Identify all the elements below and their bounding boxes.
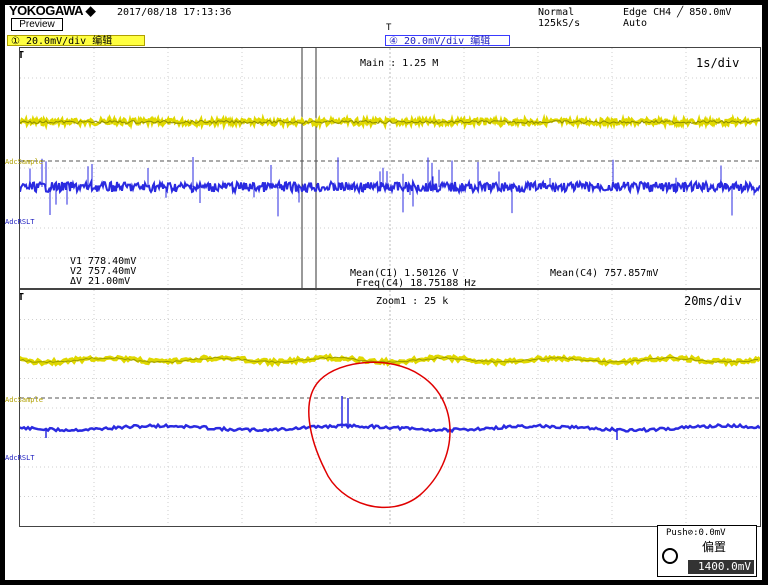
- main-adcrslt-label: AdcRSLT: [5, 218, 35, 226]
- brand-logo: YOKOGAWA ◆: [9, 5, 96, 18]
- knob-value: 1400.0mV: [688, 560, 754, 574]
- ch4-zoom-spikes: [45, 396, 618, 440]
- ch4-scale-box[interactable]: ④ 20.0mV/div 编辑: [385, 35, 510, 47]
- main-adcsample-label: AdcSample: [5, 158, 43, 166]
- oscilloscope-screen: YOKOGAWA ◆ 2017/08/18 17:13:36 Preview T…: [5, 5, 762, 580]
- zoom-adcsample-label: AdcSample: [5, 396, 43, 404]
- zoom-grid: [20, 290, 760, 526]
- rotary-knob-icon[interactable]: [662, 548, 678, 564]
- zoom-waveform-panel[interactable]: T Zoom1 : 25 k 20ms/div: [19, 289, 761, 527]
- trigger-position-mark: T: [386, 23, 392, 33]
- sample-rate: 125kS/s: [538, 18, 581, 29]
- main-trigger-marker: T: [20, 50, 24, 61]
- record-length: Main : 1.25 M: [360, 58, 439, 69]
- knob-push-label: Push⊘:0.0mV: [666, 528, 726, 538]
- zoom-waveform-graph: [20, 290, 760, 526]
- acquisition-mode[interactable]: Normal: [538, 7, 574, 18]
- trigger-mode[interactable]: Auto: [623, 18, 647, 29]
- zoom-factor: Zoom1 : 25 k: [376, 296, 449, 307]
- measure-mean-c4: Mean(C4) 757.857mV: [550, 268, 659, 279]
- knob-function-label: 偏置: [702, 540, 727, 554]
- datetime: 2017/08/18 17:13:36: [117, 7, 232, 18]
- measure-freq-c4: Freq(C4) 18.75188 Hz: [356, 278, 477, 289]
- zoom-timebase: 20ms/div: [684, 294, 742, 308]
- main-grid: [20, 48, 760, 288]
- trigger-type[interactable]: Edge CH4 ╱ 850.0mV: [623, 7, 731, 18]
- ch4-trace: [20, 178, 760, 196]
- zoom-trigger-marker: T: [20, 292, 24, 303]
- main-waveform-panel[interactable]: T Main : 1.25 M 1s/div V1 778.40mV V2 75…: [19, 47, 761, 289]
- main-waveform-graph: [20, 48, 760, 288]
- red-highlight-circle: [308, 361, 451, 509]
- ch1-scale-box[interactable]: ① 20.0mV/div 编辑: [7, 35, 145, 47]
- zoom-adcrslt-label: AdcRSLT: [5, 454, 35, 462]
- offset-knob-box[interactable]: Push⊘:0.0mV 偏置 1400.0mV: [657, 525, 757, 577]
- cursor-delta-v: ΔV 21.00mV: [70, 276, 131, 287]
- main-timebase: 1s/div: [696, 56, 740, 70]
- preview-button[interactable]: Preview: [11, 18, 63, 31]
